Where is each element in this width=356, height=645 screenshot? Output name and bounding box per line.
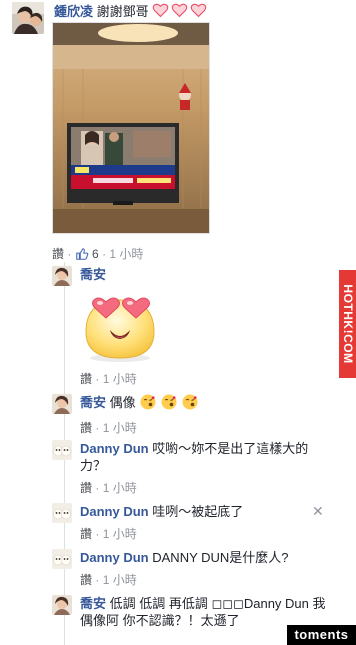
like-link[interactable]: 讚 [80,573,92,587]
avatar[interactable] [52,595,72,615]
like-link[interactable]: 讚 [80,421,92,435]
avatar[interactable] [52,266,72,286]
like-link[interactable]: 讚 [80,372,92,386]
timestamp[interactable]: 1 小時 [103,372,137,386]
comment-photo[interactable] [52,22,210,234]
avatar[interactable] [12,2,44,34]
like-count[interactable]: 6 [92,247,99,261]
reply-text: 偶像 [109,395,136,410]
hearts-emoji-icon [153,2,206,24]
kiss-emoji-icon [139,394,198,410]
reply-author[interactable]: 喬安 [80,267,106,282]
corner-watermark: toments [287,625,356,645]
top-comment-actions: 讚 · 6 · 1 小時 [52,245,143,264]
timestamp[interactable]: 1 小時 [103,573,137,587]
reply-author[interactable]: 喬安 [80,596,106,611]
timestamp[interactable]: 1 小時 [109,247,143,261]
reply-actions: 讚 · 1 小時 [80,527,137,541]
love-eyes-sticker-icon[interactable] [80,292,160,364]
reply-text: 低調 低調 再低調 ◻◻◻Danny Dun 我偶像阿 你不認識？！太遜了 [80,596,326,628]
avatar[interactable] [52,394,72,414]
reply-actions: 讚 · 1 小時 [80,573,137,587]
like-link[interactable]: 讚 [80,527,92,541]
timestamp[interactable]: 1 小時 [103,421,137,435]
avatar[interactable] [52,549,72,569]
comment-author[interactable]: 鍾欣凌 [54,4,93,19]
thumbs-up-icon[interactable] [75,247,89,264]
avatar[interactable] [52,503,72,523]
side-watermark-text: HOTHK!COM [340,284,355,364]
reply-text: 哇咧～被起底了 [152,504,244,519]
reply-author[interactable]: Danny Dun [80,441,149,456]
reply-author[interactable]: Danny Dun [80,504,149,519]
reply-text: DANNY DUN是什麼人? [152,550,289,565]
reply-actions: 讚 · 1 小時 [80,372,137,386]
side-watermark: HOTHK!COM [339,270,356,378]
like-link[interactable]: 讚 [52,247,64,261]
comment-text: 謝謝鄧哥 [96,4,149,19]
reply-author[interactable]: Danny Dun [80,550,149,565]
avatar[interactable] [52,440,72,460]
reply-actions: 讚 · 1 小時 [80,421,137,435]
timestamp[interactable]: 1 小時 [103,527,137,541]
close-icon[interactable]: ✕ [312,503,324,520]
reply-author[interactable]: 喬安 [80,395,106,410]
timestamp[interactable]: 1 小時 [103,481,137,495]
like-link[interactable]: 讚 [80,481,92,495]
reply-actions: 讚 · 1 小時 [80,481,137,495]
